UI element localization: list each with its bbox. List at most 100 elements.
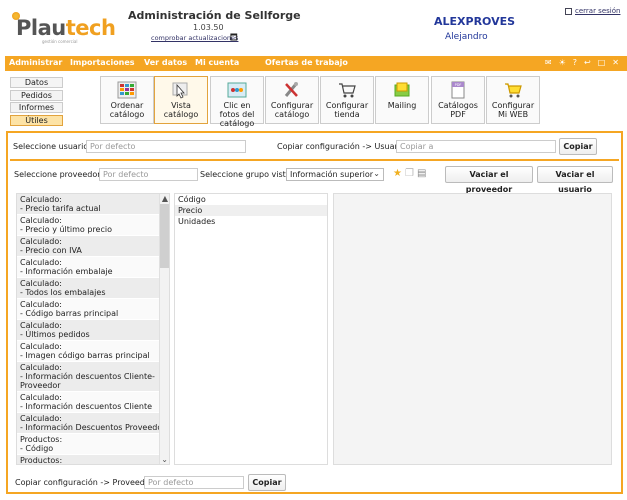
pointer-icon — [172, 82, 188, 99]
tool-ordenar-catalogo[interactable]: Ordenar catálogo — [100, 76, 154, 124]
catalog-view-panel: Seleccione usuario Por defecto Copiar co… — [6, 131, 623, 494]
paste-icon[interactable]: ▤ — [417, 168, 426, 179]
list-item-label: - Código — [20, 444, 54, 453]
section-informes[interactable]: Informes — [10, 102, 63, 113]
list-item-category: Calculado: — [20, 414, 62, 423]
nav-importaciones[interactable]: Importaciones — [70, 58, 135, 67]
list-item[interactable]: Calculado: - Todos los embalajes — [17, 278, 169, 299]
scroll-down-icon[interactable]: ⌄ — [161, 455, 168, 464]
copy-provider-label: Copiar configuración -> Proveedor: — [15, 478, 156, 487]
mail-icon[interactable]: ✉ — [545, 58, 552, 67]
list-item[interactable]: Calculado: - Información descuentos Clien… — [17, 392, 169, 413]
tool-vista-catalogo[interactable]: Vista catálogo — [154, 76, 208, 124]
user-name: Alejandro — [445, 32, 488, 42]
clear-user-button[interactable]: Vaciar el usuario — [537, 166, 613, 194]
tool-label: Mailing — [387, 101, 417, 110]
list-scrollbar[interactable]: ▲ ⌄ — [159, 194, 169, 464]
mailing-icon — [394, 82, 410, 97]
tools-icon — [284, 82, 298, 97]
copy-user-button[interactable]: Copiar — [559, 138, 597, 155]
logout-link[interactable]: cerrar sesión — [565, 7, 620, 15]
list-item[interactable]: Calculado: - Últimos pedidos — [17, 320, 169, 341]
close-icon[interactable]: ✕ — [612, 58, 619, 67]
copy-icon[interactable]: ❐ — [405, 168, 414, 179]
nav-administrar[interactable]: Administrar — [9, 58, 62, 67]
list-item-label: - Todos los embalajes — [20, 288, 106, 297]
logout-icon — [565, 7, 572, 15]
section-datos[interactable]: Datos — [10, 77, 63, 88]
preview-area — [333, 193, 612, 465]
scroll-up-icon[interactable]: ▲ — [162, 194, 168, 203]
scrollbar-thumb[interactable] — [160, 204, 169, 268]
web-cart-icon — [505, 83, 522, 98]
select-user-label: Seleccione usuario — [13, 142, 89, 151]
section-utiles[interactable]: Útiles — [10, 114, 63, 126]
list-item[interactable]: Productos: - Código — [17, 434, 169, 455]
list-item-label: - Información embalaje — [20, 267, 113, 276]
plautech-logo: Plautech gestión comercial — [10, 12, 116, 46]
tool-configurar-tienda[interactable]: Configurar tienda — [320, 76, 374, 124]
copy-user-input[interactable]: Copiar a — [396, 140, 556, 153]
section-navigation: Datos Pedidos Informes Útiles — [10, 77, 63, 127]
list-item[interactable]: Código — [175, 194, 327, 205]
header: Plautech gestión comercial Administració… — [0, 0, 627, 56]
list-item-label: - Información descuentos Cliente-Proveed… — [20, 372, 155, 390]
selected-fields-list[interactable]: Código Precio Unidades — [174, 193, 328, 465]
clear-provider-button[interactable]: Vaciar el proveedor — [445, 166, 533, 194]
select-user-input[interactable]: Por defecto — [86, 140, 246, 153]
tool-configurar-catalogo[interactable]: Configurar catálogo — [265, 76, 319, 124]
select-group-dropdown[interactable]: Información superior ⌄ — [286, 168, 384, 181]
list-item-category: Productos: — [20, 435, 63, 444]
copy-provider-button[interactable]: Copiar — [248, 474, 286, 491]
tool-label: Configurar Mi WEB — [491, 101, 535, 119]
nav-mi-cuenta[interactable]: Mi cuenta — [195, 58, 239, 67]
nav-ver-datos[interactable]: Ver datos — [144, 58, 187, 67]
list-item-label: - Precio tarifa actual — [20, 204, 101, 213]
list-item[interactable]: Precio — [175, 205, 327, 216]
help-icon[interactable]: ? — [573, 58, 577, 67]
list-item-label: - Precio con IVA — [20, 246, 82, 255]
list-item[interactable]: Calculado: - Información descuentos Clien… — [17, 362, 169, 392]
photos-icon — [227, 82, 247, 98]
list-item[interactable]: Calculado: - Precio tarifa actual — [17, 194, 169, 215]
list-item[interactable]: Calculado: - Imagen código barras princip… — [17, 341, 169, 362]
copy-provider-input[interactable]: Por defecto — [144, 476, 244, 489]
update-window-icon[interactable]: 🗖 — [230, 32, 238, 46]
list-item-label: - Código barras principal — [20, 309, 119, 318]
list-item-category: Calculado: — [20, 237, 62, 246]
select-provider-input[interactable]: Por defecto — [99, 168, 198, 181]
list-item-label: - Precio y último precio — [20, 225, 112, 234]
list-item-category: Productos: — [20, 456, 63, 465]
svg-text:PDF: PDF — [455, 83, 462, 87]
tool-catalogos-pdf[interactable]: PDF Catálogos PDF — [431, 76, 485, 124]
list-item-label: - Imagen código barras principal — [20, 351, 150, 360]
list-item-category: Calculado: — [20, 363, 62, 372]
tool-clic-fotos[interactable]: Clic en fotos del catálogo — [210, 76, 264, 128]
list-item[interactable]: Calculado: - Código barras principal — [17, 299, 169, 320]
list-item-category: Calculado: — [20, 393, 62, 402]
list-item[interactable]: Productos:- Nombre — [17, 455, 169, 465]
account-name: ALEXPROVES — [434, 15, 516, 28]
back-icon[interactable]: ↩ — [584, 58, 591, 67]
list-item-category: Calculado: — [20, 300, 62, 309]
copy-user-label: Copiar configuración -> Usuario: — [277, 142, 408, 151]
check-updates-link[interactable]: comprobar actualizaciones — [151, 34, 238, 42]
logo-text-plau: Plau — [16, 16, 66, 40]
grid-icon — [117, 81, 137, 99]
list-item[interactable]: Unidades — [175, 216, 327, 227]
list-item[interactable]: Calculado: - Precio y último precio — [17, 215, 169, 236]
tool-mailing[interactable]: Mailing — [375, 76, 429, 124]
bulb-icon[interactable]: ☀ — [559, 58, 566, 67]
section-pedidos[interactable]: Pedidos — [10, 89, 63, 101]
list-item-category: Calculado: — [20, 279, 62, 288]
window-icon[interactable]: □ — [598, 58, 606, 67]
select-provider-label: Seleccione proveedor — [14, 170, 101, 179]
list-item[interactable]: Calculado: - Información embalaje — [17, 257, 169, 278]
list-item[interactable]: Calculado: - Precio con IVA — [17, 236, 169, 257]
app-version: 1.03.50 — [193, 23, 224, 32]
tool-configurar-mi-web[interactable]: Configurar Mi WEB — [486, 76, 540, 124]
available-fields-list[interactable]: Calculado: - Precio tarifa actual Calculad… — [16, 193, 170, 465]
nav-ofertas-trabajo[interactable]: Ofertas de trabajo — [265, 58, 348, 67]
favorite-star-icon[interactable]: ★ — [393, 168, 402, 179]
list-item[interactable]: Calculado: - Información Descuentos Prove… — [17, 413, 169, 434]
